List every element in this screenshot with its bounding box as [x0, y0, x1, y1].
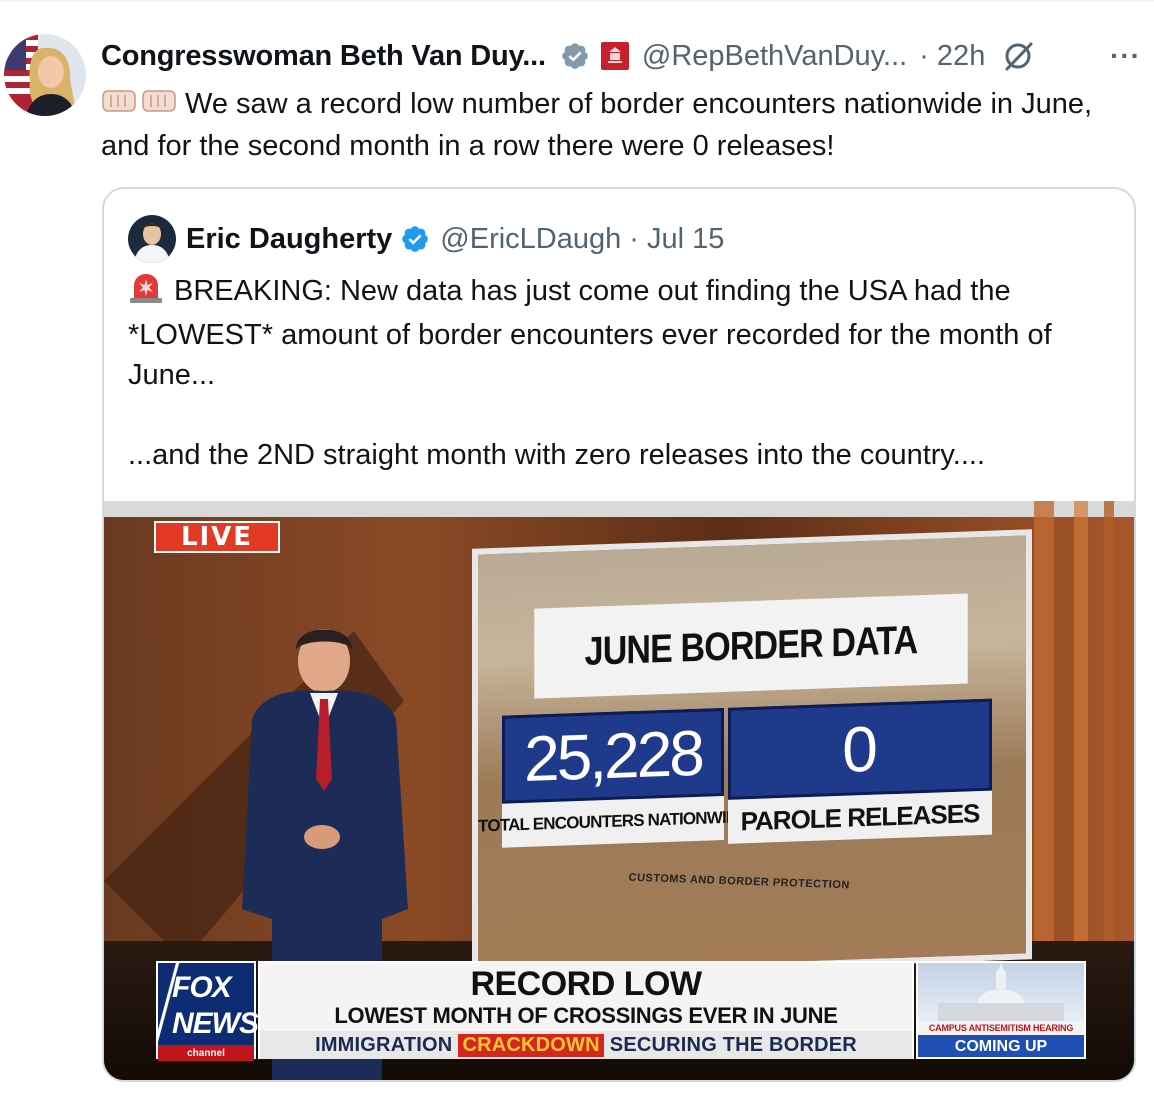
quoted-post[interactable]: Eric Daugherty @EricLDaugh · Jul 15 BREA…: [102, 187, 1136, 1082]
video-wall-screen: JUNE BORDER DATA 25,228 TOTAL ENCOUNTERS…: [472, 529, 1032, 979]
fox-news-logo: FOX NEWS channel: [156, 961, 259, 1061]
post-header: Congresswoman Beth Van Duy... @RepBethVa…: [101, 34, 1141, 78]
stat-encounters-value: 25,228: [502, 707, 724, 804]
quote-author-handle[interactable]: @EricLDaugh: [440, 223, 621, 256]
grok-icon[interactable]: [1001, 39, 1035, 73]
quote-media-image[interactable]: LIVE JUNE BORDER DATA 25,228 TOTAL ENCOU…: [104, 501, 1134, 1080]
stat-releases: 0 PAROLE RELEASES: [728, 698, 992, 846]
promo-caption: CAMPUS ANTISEMITISM HEARING: [918, 1021, 1084, 1035]
stat-encounters: 25,228 TOTAL ENCOUNTERS NATIONWIDE: [478, 707, 748, 854]
ticker-left: IMMIGRATION: [315, 1033, 453, 1056]
quote-line-2: ...and the 2ND straight month with zero …: [128, 439, 986, 471]
post-text: We saw a record low number of border enc…: [101, 84, 1141, 166]
promo-box: CAMPUS ANTISEMITISM HEARING COMING UP: [916, 961, 1086, 1059]
ticker: IMMIGRATION CRACKDOWN SECURING THE BORDE…: [260, 1031, 912, 1059]
quote-line-1: BREAKING: New data has just come out fin…: [128, 275, 1052, 391]
post-time[interactable]: · 22h: [919, 40, 985, 73]
capitol-dome-image: [938, 963, 1064, 1021]
promo-coming-up: COMING UP: [918, 1035, 1084, 1057]
chyron-subtitle: LOWEST MONTH OF CROSSINGS EVER IN JUNE: [334, 1003, 838, 1028]
author-handle[interactable]: @RepBethVanDuy...: [642, 40, 907, 73]
author-name[interactable]: Congresswoman Beth Van Duy...: [101, 40, 546, 73]
verified-gray-icon[interactable]: [560, 41, 590, 71]
congress-badge-icon[interactable]: [600, 41, 630, 71]
chyron-title: RECORD LOW: [470, 965, 702, 1003]
logo-news: NEWS: [172, 1007, 259, 1040]
fist-bump-icon: [101, 86, 179, 126]
top-divider: [0, 0, 1154, 2]
quote-author-name[interactable]: Eric Daugherty: [186, 223, 392, 256]
stat-encounters-label: TOTAL ENCOUNTERS NATIONWIDE: [478, 795, 748, 848]
screen-title: JUNE BORDER DATA: [534, 593, 968, 699]
stat-releases-value: 0: [728, 698, 992, 800]
ticker-highlight: CRACKDOWN: [458, 1033, 604, 1057]
verified-blue-icon[interactable]: [400, 224, 430, 254]
more-icon[interactable]: ···: [1110, 34, 1141, 78]
quote-header: Eric Daugherty @EricLDaugh · Jul 15: [128, 215, 724, 263]
ticker-right: SECURING THE BORDER: [609, 1033, 857, 1056]
chyron: RECORD LOW LOWEST MONTH OF CROSSINGS EVE…: [258, 961, 914, 1059]
quote-time[interactable]: Jul 15: [647, 223, 724, 256]
stat-releases-label: PAROLE RELEASES: [728, 790, 992, 844]
quote-avatar[interactable]: [128, 215, 176, 263]
logo-fox: FOX: [172, 971, 232, 1004]
siren-icon: [128, 272, 164, 315]
post-body: We saw a record low number of border enc…: [101, 88, 1093, 162]
live-badge: LIVE: [154, 521, 280, 553]
author-avatar[interactable]: [4, 34, 86, 116]
quote-text: BREAKING: New data has just come out fin…: [128, 271, 1118, 475]
quote-separator: ·: [629, 222, 639, 255]
cbp-caption: CUSTOMS AND BORDER PROTECTION: [628, 871, 851, 892]
logo-channel: channel: [158, 1045, 254, 1061]
lower-third: FOX NEWS channel RECORD LOW LOWEST MONTH…: [156, 961, 1086, 1061]
